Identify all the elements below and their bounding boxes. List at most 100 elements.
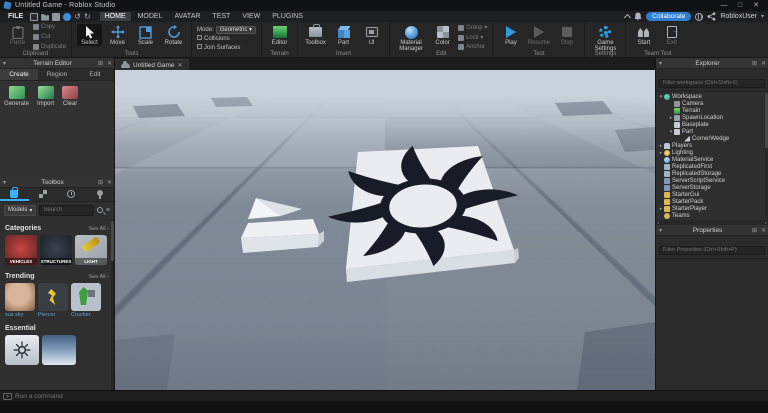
trending-item[interactable]: sus sky xyxy=(5,283,35,318)
stop-button[interactable]: Stop xyxy=(554,24,579,46)
properties-pin-icon[interactable]: ⊞ xyxy=(750,227,759,234)
filter-icon[interactable]: ≡ xyxy=(106,207,110,214)
generate-button[interactable]: Generate xyxy=(4,86,29,172)
properties-close-icon[interactable]: ✕ xyxy=(759,227,768,234)
toolbox-pin-icon[interactable]: ⊞ xyxy=(96,179,105,186)
document-tab-untitled-game[interactable]: Untitled Game ✕ xyxy=(115,59,189,70)
clear-button[interactable]: Clear xyxy=(62,86,79,172)
close-button[interactable]: ✕ xyxy=(748,0,764,11)
rotate-tool-button[interactable]: Rotate xyxy=(161,24,186,46)
redo-icon[interactable]: ↻ xyxy=(84,12,91,21)
tab-avatar[interactable]: AVATAR xyxy=(169,12,205,21)
properties-collapse-icon[interactable]: ▾ xyxy=(656,227,665,234)
file-menu[interactable]: FILE xyxy=(4,13,27,20)
ui-button[interactable]: UI xyxy=(359,24,384,46)
trending-item-label[interactable]: Crusher xyxy=(71,312,101,318)
terrain-editor-button[interactable]: Editor xyxy=(267,24,292,46)
marketplace-tab[interactable] xyxy=(0,186,29,201)
toolbox-collapse-icon[interactable]: ▾ xyxy=(0,179,9,186)
tab-model[interactable]: MODEL xyxy=(133,12,168,21)
paste-button[interactable]: Paste xyxy=(5,24,30,46)
resume-button[interactable]: Resume xyxy=(526,24,551,46)
play-button[interactable]: Play xyxy=(498,24,523,46)
tree-item-spawnlocation[interactable]: ▸ SpawnLocation xyxy=(656,114,768,121)
tree-item-baseplate[interactable]: Baseplate xyxy=(656,121,768,128)
copy-button[interactable]: Copy xyxy=(33,24,66,30)
tree-item-starterplayer[interactable]: ▸ StarterPlayer xyxy=(656,205,768,212)
new-file-icon[interactable] xyxy=(30,12,39,21)
tab-home[interactable]: HOME xyxy=(99,12,131,21)
join-surfaces-checkbox[interactable]: Join Surfaces xyxy=(197,44,256,51)
group-button[interactable]: Group ▾ xyxy=(458,24,487,31)
tree-item-replicatedfirst[interactable]: ReplicatedFirst xyxy=(656,163,768,170)
anchor-button[interactable]: Anchor xyxy=(458,44,487,50)
select-tool-button[interactable]: Select xyxy=(77,24,103,46)
trending-item-label[interactable]: Piercer xyxy=(38,312,68,318)
mode-dropdown[interactable]: Geometric ▾ xyxy=(215,26,257,34)
notifications-bell-icon[interactable] xyxy=(634,12,642,21)
trending-item-label[interactable]: sus sky xyxy=(5,312,35,318)
import-button[interactable]: Import xyxy=(37,86,54,172)
tab-plugins[interactable]: PLUGINS xyxy=(267,12,308,21)
user-caret-icon[interactable]: ▾ xyxy=(761,13,764,20)
collaborate-button[interactable]: Collaborate xyxy=(646,12,692,21)
tree-item-serverscriptservice[interactable]: ServerScriptService xyxy=(656,177,768,184)
explorer-pin-icon[interactable]: ⊞ xyxy=(750,60,759,67)
terrain-collapse-icon[interactable]: ▾ xyxy=(0,60,9,67)
essential-tile-sky[interactable] xyxy=(42,335,76,365)
toolbox-close-icon[interactable]: ✕ xyxy=(105,179,114,186)
toolbox-search-input[interactable] xyxy=(39,204,94,216)
tree-item-lighting[interactable]: ▸ Lighting xyxy=(656,149,768,156)
3d-viewport[interactable] xyxy=(115,70,655,390)
inventory-tab[interactable] xyxy=(29,188,58,201)
decal-plate-part[interactable] xyxy=(323,139,522,282)
recent-tab[interactable] xyxy=(57,188,86,201)
cut-button[interactable]: Cut xyxy=(33,34,66,40)
minimize-button[interactable]: — xyxy=(716,0,732,11)
tree-item-teams[interactable]: Teams xyxy=(656,212,768,219)
tab-region[interactable]: Region xyxy=(38,69,76,80)
tree-item-serverstorage[interactable]: ServerStorage xyxy=(656,184,768,191)
tab-view[interactable]: VIEW xyxy=(237,12,265,21)
search-icon[interactable] xyxy=(96,207,103,213)
categories-see-all-link[interactable]: See All › xyxy=(89,226,109,232)
lock-button[interactable]: Lock ▾ xyxy=(458,34,487,41)
explorer-filter-input[interactable] xyxy=(659,78,765,88)
share-icon[interactable] xyxy=(707,12,716,21)
document-tab-close-icon[interactable]: ✕ xyxy=(178,62,183,69)
tree-item-materialservice[interactable]: MaterialService xyxy=(656,156,768,163)
tab-create[interactable]: Create xyxy=(0,69,38,80)
explorer-collapse-icon[interactable]: ▾ xyxy=(656,60,665,67)
duplicate-button[interactable]: Duplicate xyxy=(33,44,66,50)
terrain-close-icon[interactable]: ✕ xyxy=(105,60,114,67)
part-button[interactable]: Part xyxy=(331,24,356,46)
command-input[interactable] xyxy=(15,392,765,400)
team-test-start-button[interactable]: Start xyxy=(631,24,656,46)
creations-tab[interactable] xyxy=(86,188,115,201)
toolbox-button[interactable]: Toolbox xyxy=(303,24,328,46)
tree-item-terrain[interactable]: Terrain xyxy=(656,107,768,114)
trending-item[interactable]: Piercer xyxy=(38,283,68,318)
tab-edit[interactable]: Edit xyxy=(76,69,114,80)
category-tile-vehicles[interactable]: VEHICLES xyxy=(5,235,37,265)
tree-item-workspace[interactable]: ▾ Workspace xyxy=(656,93,768,100)
trending-see-all-link[interactable]: See All › xyxy=(89,274,109,280)
tree-item-camera[interactable]: Camera xyxy=(656,100,768,107)
team-test-exit-button[interactable]: Exit xyxy=(659,24,684,46)
toolbox-scrollbar[interactable] xyxy=(111,219,114,390)
tree-item-soundservice[interactable]: SoundService xyxy=(656,219,768,220)
category-dropdown[interactable]: Models ▾ xyxy=(4,204,37,216)
box-part[interactable] xyxy=(241,219,324,253)
corner-wedge-part[interactable] xyxy=(248,198,302,219)
color-button[interactable]: Color xyxy=(430,24,455,46)
tree-item-replicatedstorage[interactable]: ReplicatedStorage xyxy=(656,170,768,177)
properties-filter-input[interactable] xyxy=(659,245,765,255)
move-tool-button[interactable]: Move xyxy=(105,24,130,46)
essential-tile-sun-decal[interactable] xyxy=(5,335,39,365)
game-settings-button[interactable]: Game Settings xyxy=(590,24,620,52)
scale-tool-button[interactable]: Scale xyxy=(133,24,158,46)
collisions-checkbox[interactable]: Collisions xyxy=(197,35,256,42)
open-file-icon[interactable] xyxy=(41,14,50,21)
maximize-button[interactable]: □ xyxy=(732,0,748,11)
terrain-pin-icon[interactable]: ⊞ xyxy=(96,60,105,67)
